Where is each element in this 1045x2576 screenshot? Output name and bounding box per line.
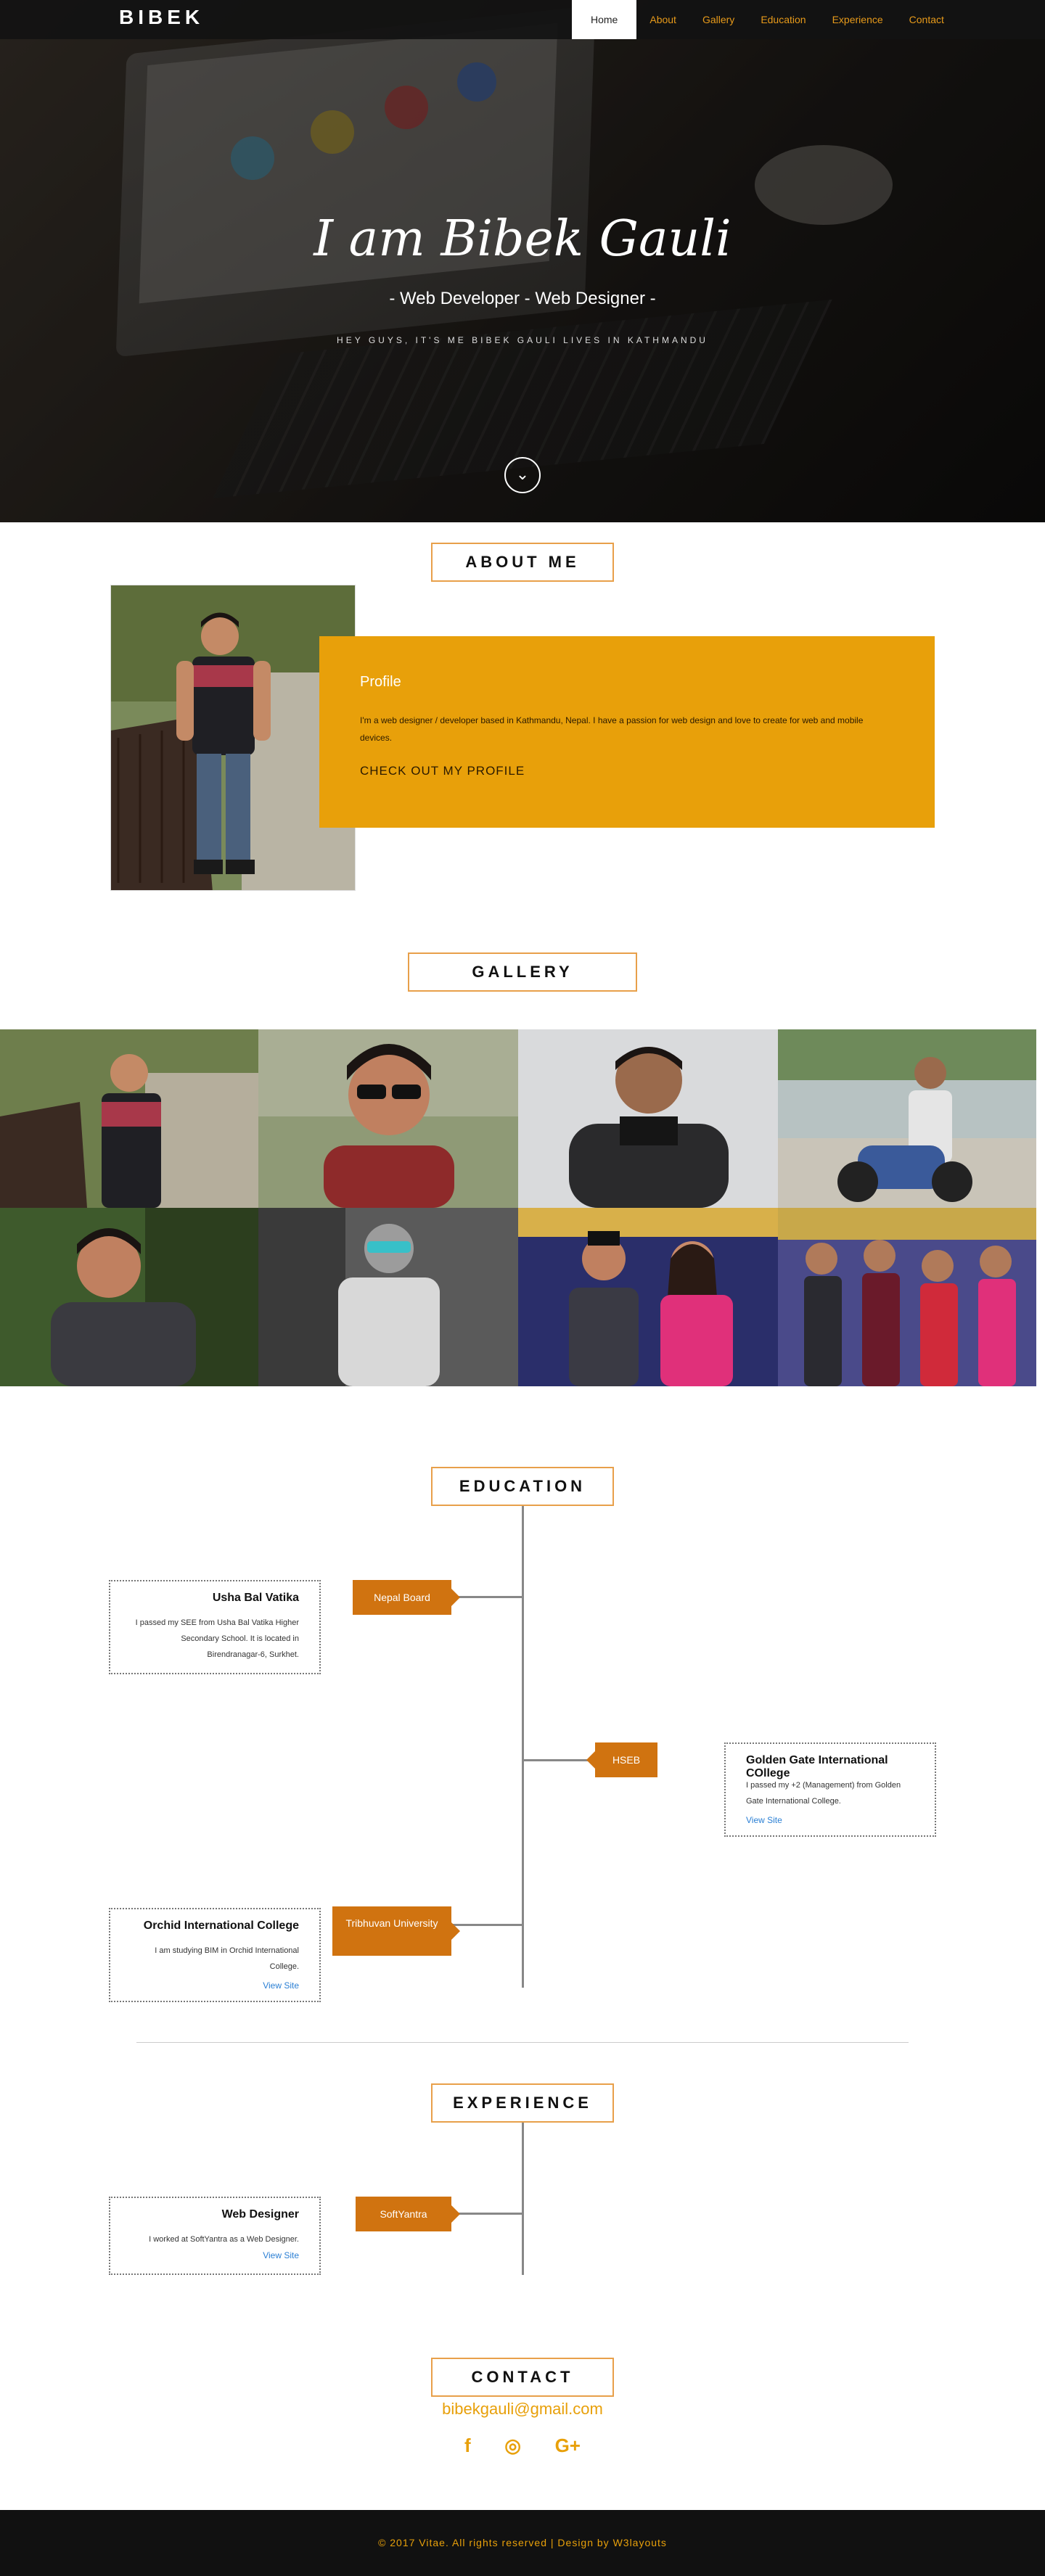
nav-education[interactable]: Education	[747, 0, 819, 39]
experience-section-title: EXPERIENCE	[431, 2083, 614, 2123]
top-navbar: BIBEK Home About Gallery Education Exper…	[0, 0, 1045, 39]
gallery-photo-3	[518, 1029, 778, 1208]
hero-subtitle: - Web Developer - Web Designer -	[389, 289, 656, 308]
gallery-image[interactable]	[518, 1029, 778, 1208]
view-site-link[interactable]: View Site	[746, 1815, 782, 1825]
experience-role: Web Designer	[221, 2208, 299, 2221]
education-tag: Nepal Board	[353, 1580, 460, 1615]
gallery-image[interactable]	[0, 1029, 258, 1208]
timeline-connector	[451, 2213, 522, 2215]
gallery-image[interactable]	[258, 1208, 518, 1386]
hero-title: I am Bibek Gauli	[314, 210, 732, 268]
education-card: Orchid International College I am studyi…	[109, 1908, 321, 2002]
education-description: I am studying BIM in Orchid Internationa…	[155, 1946, 299, 1971]
nav-home[interactable]: Home	[572, 0, 637, 39]
gallery-photo-4	[778, 1029, 1036, 1208]
social-links: f ◎ G+	[464, 2435, 581, 2457]
gallery-photo-8	[778, 1208, 1036, 1386]
gallery-image[interactable]	[0, 1208, 258, 1386]
gallery-image[interactable]	[518, 1208, 778, 1386]
contact-section-title: CONTACT	[431, 2358, 614, 2397]
timeline-connector	[451, 1596, 522, 1598]
gallery-section-title: GALLERY	[408, 952, 637, 992]
section-divider	[136, 2042, 909, 2043]
gallery-image[interactable]	[778, 1208, 1036, 1386]
gallery-photo-2	[258, 1029, 518, 1208]
education-description: I passed my +2 (Management) from Golden …	[746, 1781, 901, 1806]
education-school: Usha Bal Vatika	[212, 1592, 299, 1604]
contact-email[interactable]: bibekgauli@gmail.com	[0, 2400, 1045, 2419]
gallery-image[interactable]	[778, 1029, 1036, 1208]
education-card: Usha Bal Vatika I passed my SEE from Ush…	[109, 1580, 321, 1674]
footer-copyright: © 2017 Vitae. All rights reserved | Desi…	[378, 2537, 667, 2548]
facebook-icon[interactable]: f	[464, 2435, 471, 2457]
education-tag: Tribhuvan University	[332, 1906, 460, 1956]
chevron-down-icon: ⌄	[515, 465, 530, 483]
view-site-link[interactable]: View Site	[263, 1980, 299, 1991]
footer: © 2017 Vitae. All rights reserved | Desi…	[0, 2510, 1045, 2576]
education-timeline-line	[522, 1506, 524, 1988]
gallery-photo-5	[0, 1208, 258, 1386]
about-section-title: ABOUT ME	[431, 543, 614, 582]
instagram-icon[interactable]: ◎	[504, 2435, 521, 2457]
nav-contact[interactable]: Contact	[896, 0, 957, 39]
timeline-connector	[451, 1924, 522, 1926]
experience-timeline-line	[522, 2123, 524, 2275]
gallery-photo-6	[258, 1208, 518, 1386]
timeline-connector	[522, 1759, 597, 1761]
experience-description: I worked at SoftYantra as a Web Designer…	[149, 2235, 299, 2244]
profile-link[interactable]: CHECK OUT MY PROFILE	[360, 764, 525, 778]
view-site-link[interactable]: View Site	[263, 2250, 299, 2260]
experience-tag: SoftYantra	[356, 2197, 460, 2231]
education-section-title: EDUCATION	[431, 1467, 614, 1506]
hero-tagline: HEY GUYS, IT'S ME BIBEK GAULI LIVES IN K…	[337, 335, 708, 345]
education-school: Golden Gate International COllege	[746, 1754, 888, 1779]
gallery-photo-1	[0, 1029, 258, 1208]
nav-experience[interactable]: Experience	[819, 0, 896, 39]
gallery-image[interactable]	[258, 1029, 518, 1208]
profile-heading: Profile	[360, 674, 401, 690]
profile-text: I'm a web designer / developer based in …	[360, 715, 864, 743]
hero-section: I am Bibek Gauli - Web Developer - Web D…	[0, 0, 1045, 522]
nav-about[interactable]: About	[636, 0, 689, 39]
nav-gallery[interactable]: Gallery	[689, 0, 747, 39]
nav-menu: Home About Gallery Education Experience …	[572, 0, 957, 39]
experience-card: Web Designer I worked at SoftYantra as a…	[109, 2197, 321, 2275]
gallery-photo-7	[518, 1208, 778, 1386]
education-tag: HSEB	[586, 1742, 657, 1777]
google-plus-icon[interactable]: G+	[555, 2435, 581, 2457]
profile-card: Profile I'm a web designer / developer b…	[319, 636, 935, 828]
brand-logo[interactable]: BIBEK	[119, 6, 204, 29]
education-school: Orchid International College	[143, 1919, 299, 1932]
scroll-down-button[interactable]: ⌄	[504, 457, 541, 493]
education-card: Golden Gate International COllege I pass…	[724, 1742, 936, 1837]
education-description: I passed my SEE from Usha Bal Vatika Hig…	[135, 1618, 299, 1659]
